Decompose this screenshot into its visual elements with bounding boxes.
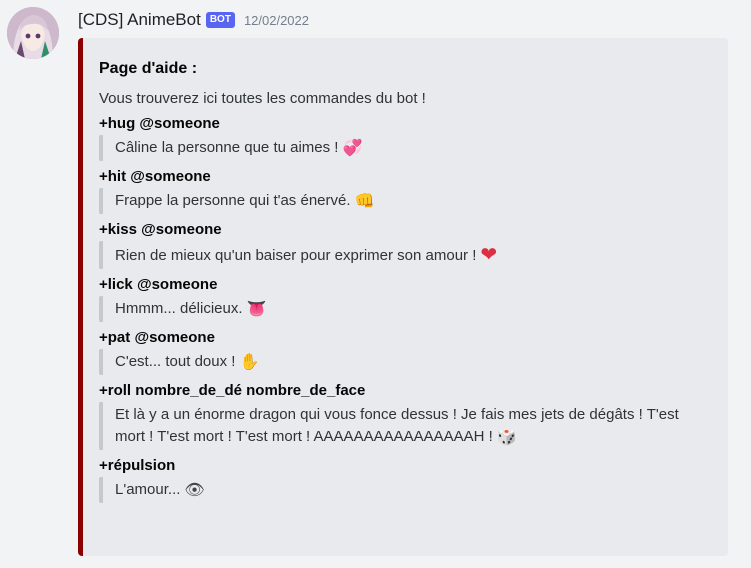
field-value-text: Rien de mieux qu'un baiser pour exprimer… xyxy=(115,247,477,264)
two-hearts-icon: 💞 xyxy=(342,138,363,157)
field-roll: +roll nombre_de_dé nombre_de_face Et là … xyxy=(99,382,712,450)
command-arg: @someone xyxy=(136,276,218,293)
field-value-text: Câline la personne que tu aimes ! xyxy=(115,139,339,156)
dice-icon: 🎲 xyxy=(496,427,517,446)
field-value: C'est... tout doux ! ✋ xyxy=(99,349,712,375)
tongue-icon: 👅 xyxy=(246,299,267,318)
field-hit: +hit @someone Frappe la personne qui t'a… xyxy=(99,168,712,214)
command-name: +lick xyxy=(99,276,133,293)
command-name: +hug xyxy=(99,115,136,132)
field-value: Et là y a un énorme dragon qui vous fonc… xyxy=(99,402,712,450)
field-name: +pat @someone xyxy=(99,329,712,346)
field-name: +hit @someone xyxy=(99,168,712,185)
field-name: +roll nombre_de_dé nombre_de_face xyxy=(99,382,712,399)
command-name: +pat xyxy=(99,329,131,346)
field-value-text: Hmmm... délicieux. xyxy=(115,300,243,317)
bot-message: [CDS] AnimeBot BOT 12/02/2022 Page d'aid… xyxy=(0,0,751,568)
embed-description: Vous trouverez ici toutes les commandes … xyxy=(99,90,426,107)
field-value-text: L'amour... xyxy=(115,481,181,498)
command-arg: @someone xyxy=(130,168,211,185)
field-value-text: C'est... tout doux ! xyxy=(115,353,236,370)
command-name: +kiss xyxy=(99,221,137,238)
command-arg: @someone xyxy=(134,329,215,346)
field-pat: +pat @someone C'est... tout doux ! ✋ xyxy=(99,329,712,375)
timestamp: 12/02/2022 xyxy=(243,12,310,28)
field-name: +lick @someone xyxy=(99,276,712,293)
eye-icon: 👁 xyxy=(184,480,205,499)
anime-girl-avatar-icon xyxy=(7,7,59,59)
message-header: [CDS] AnimeBot BOT 12/02/2022 xyxy=(78,8,309,32)
author-name[interactable]: [CDS] AnimeBot xyxy=(78,10,201,30)
field-name: +répulsion xyxy=(99,457,712,474)
field-name: +kiss @someone xyxy=(99,221,712,238)
command-name: +répulsion xyxy=(99,457,176,474)
field-value: L'amour... 👁 xyxy=(99,477,712,503)
command-name: +hit xyxy=(99,168,127,185)
command-name: +roll nombre_de_dé nombre_de_face xyxy=(99,382,366,399)
field-name: +hug @someone xyxy=(99,115,712,132)
field-value-text: Frappe la personne qui t'as énervé. xyxy=(115,192,351,209)
field-value: Hmmm... délicieux. 👅 xyxy=(99,296,712,322)
field-value: Frappe la personne qui t'as énervé. 👊 xyxy=(99,188,712,214)
field-repulsion: +répulsion L'amour... 👁 xyxy=(99,457,712,503)
embed: Page d'aide : Vous trouverez ici toutes … xyxy=(78,38,728,556)
bot-badge: BOT xyxy=(205,12,235,28)
field-lick: +lick @someone Hmmm... délicieux. 👅 xyxy=(99,276,712,322)
field-value-text: Et là y a un énorme dragon qui vous fonc… xyxy=(115,406,679,445)
field-value: Rien de mieux qu'un baiser pour exprimer… xyxy=(99,241,712,269)
embed-title: Page d'aide : xyxy=(99,60,198,77)
punch-icon: 👊 xyxy=(354,191,375,210)
field-value: Câline la personne que tu aimes ! 💞 xyxy=(99,135,712,161)
command-arg: @someone xyxy=(139,115,220,132)
heart-icon: ❤ xyxy=(480,242,498,266)
command-arg: @someone xyxy=(141,221,222,238)
avatar[interactable] xyxy=(7,7,59,59)
field-hug: +hug @someone Câline la personne que tu … xyxy=(99,115,712,161)
raised-hand-icon: ✋ xyxy=(239,352,260,371)
field-kiss: +kiss @someone Rien de mieux qu'un baise… xyxy=(99,221,712,269)
